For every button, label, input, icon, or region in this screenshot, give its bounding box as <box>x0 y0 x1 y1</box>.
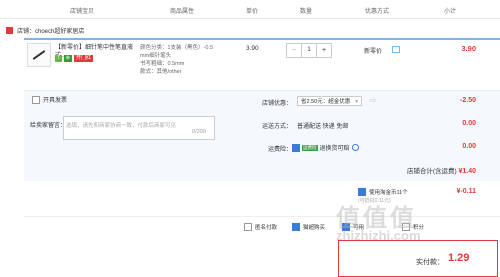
anon-checkbox[interactable] <box>244 223 252 231</box>
quantity-input[interactable]: 1 <box>301 44 317 57</box>
store-promo-value: -2.50 <box>460 97 476 104</box>
coin-checkbox[interactable] <box>358 188 366 196</box>
badge-guarantee: ⊕ <box>63 55 72 62</box>
attr-color-cont: mm细针笔头 <box>140 53 172 59</box>
tmall-option[interactable]: 猫超购买 <box>292 223 325 231</box>
pay-value: 1.29 <box>448 252 470 264</box>
coin-value: ¥-0.11 <box>456 188 476 195</box>
cart-header: 店铺宝贝 商品属性 单价 数量 优惠方式 小计 <box>0 0 500 19</box>
col-attr: 商品属性 <box>170 9 195 15</box>
freight-text: 退换货可赔 <box>319 146 350 152</box>
shipping-value: 0.00 <box>462 120 476 127</box>
freight-value: 0.00 <box>462 143 476 150</box>
promo-text: 新零价 <box>364 49 383 55</box>
col-price: 单价 <box>246 9 259 15</box>
pay-label: 实付款： <box>416 259 444 266</box>
freight-option[interactable]: 运费险 退换货可赔 <box>292 143 359 152</box>
unit-price: 3.90 <box>246 45 259 52</box>
promo-info-icon[interactable] <box>392 46 400 53</box>
coin-label: 使用淘金币11个 <box>369 190 408 196</box>
item-subtotal: 3.90 <box>461 44 476 53</box>
col-qty: 数量 <box>300 9 313 15</box>
watermark-url: zhizhizhi.com <box>336 228 421 243</box>
freight-label: 运费险： <box>268 147 293 153</box>
attr-style: 款式：其他/other <box>140 69 182 75</box>
col-store: 店铺宝贝 <box>70 9 95 15</box>
anon-label: 匿名付款 <box>255 225 278 231</box>
note-counter: 0/200 <box>192 129 206 135</box>
store-icon <box>6 27 13 34</box>
store-name[interactable]: 店铺：choech超好家居店 <box>17 26 84 35</box>
shipping-label: 运送方式： <box>262 124 293 130</box>
coin-option[interactable]: 使用淘金币11个 <box>358 188 408 196</box>
anon-option[interactable]: 匿名付款 <box>244 223 277 231</box>
tmall-checkbox[interactable] <box>292 223 300 231</box>
attr-size: 书写粗细：0.5mm <box>140 61 185 67</box>
store-promo-select[interactable]: 省2.50元：超金优惠 <box>297 96 362 107</box>
attr-color: 颜色分类：1支装（黑色）-0.5 <box>140 45 214 51</box>
invoice-option[interactable]: 开具发票 <box>32 95 67 104</box>
col-subtotal: 小计 <box>444 9 457 15</box>
product-badges: 7 ⊕ 开门红 <box>55 55 93 62</box>
invoice-checkbox[interactable] <box>32 95 40 104</box>
note-label: 给卖家留言： <box>30 123 67 129</box>
quantity-stepper[interactable]: − 1 + <box>286 43 332 58</box>
freight-checkbox[interactable] <box>292 143 300 152</box>
product-thumbnail[interactable] <box>27 43 51 67</box>
store-total-label: 店铺合计(含运费) <box>406 168 457 175</box>
invoice-label: 开具发票 <box>43 98 68 104</box>
col-promo: 优惠方式 <box>365 9 390 15</box>
chat-icon[interactable]: ▭ <box>370 97 376 104</box>
store-promo-label: 店铺优惠： <box>262 101 293 107</box>
store-row: 店铺：choech超好家居店 <box>6 26 84 35</box>
freight-tag: 运费险 <box>302 144 318 151</box>
badge-seven: 7 <box>55 55 62 62</box>
tmall-label: 猫超购买 <box>303 225 326 231</box>
freight-info-icon[interactable] <box>351 144 359 151</box>
store-total-value: ¥1.40 <box>458 168 476 175</box>
badge-promo: 开门红 <box>73 55 93 62</box>
note-placeholder: 选填，请先和商家协商一致，付款后商家可见 <box>66 123 177 129</box>
minus-button[interactable]: − <box>287 44 301 57</box>
shipping-text: 普通配送 快递 免邮 <box>297 124 349 130</box>
plus-button[interactable]: + <box>317 44 331 57</box>
store-total: 店铺合计(含运费) ¥1.40 <box>407 165 476 175</box>
